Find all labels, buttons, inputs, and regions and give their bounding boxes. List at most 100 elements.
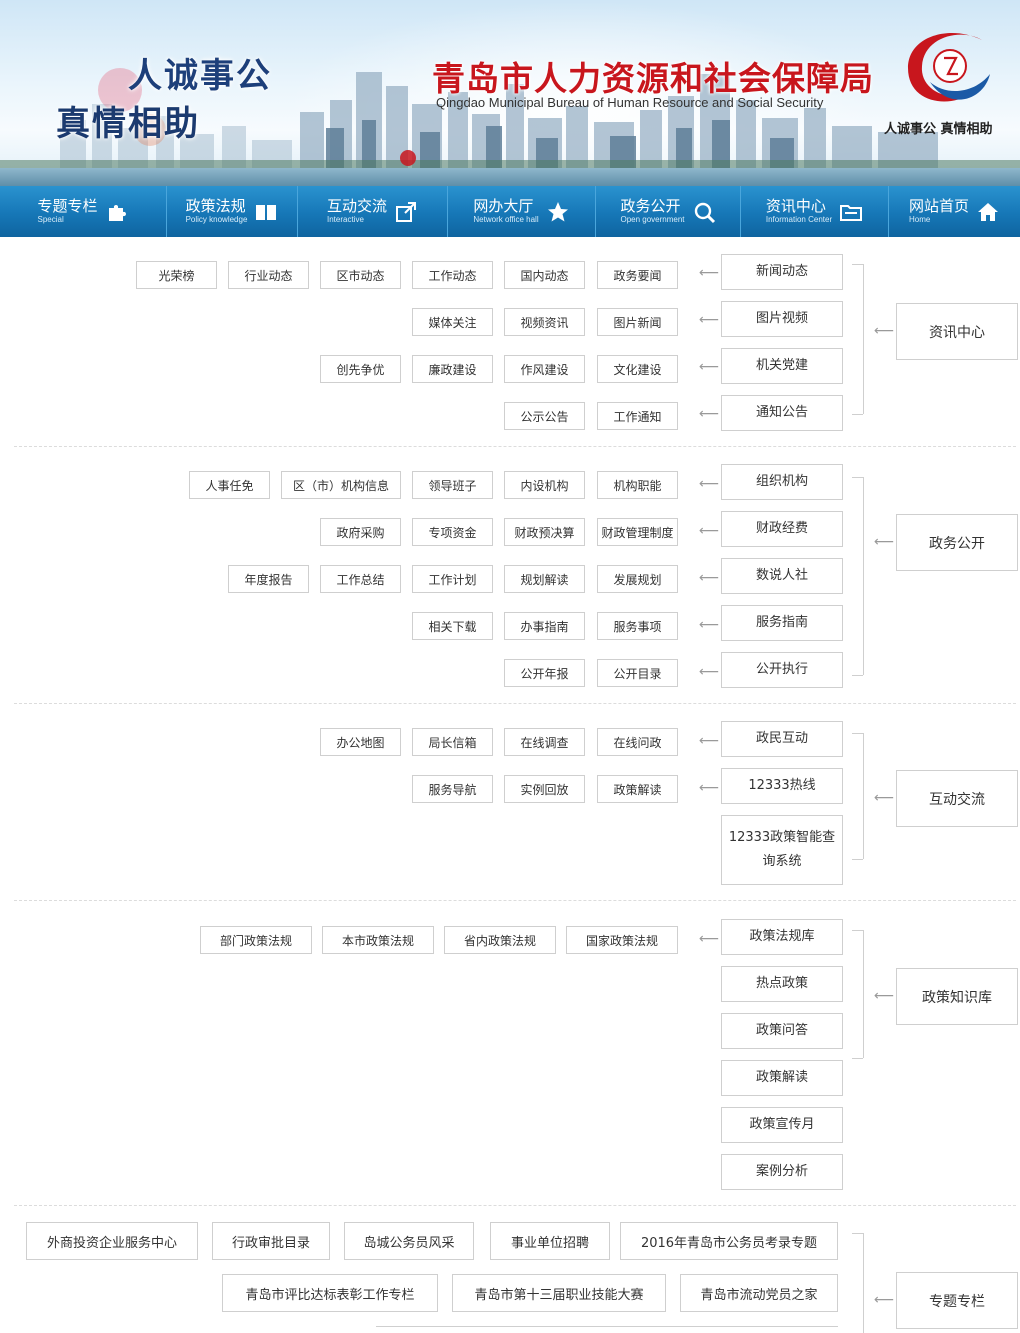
sub-policy-qa[interactable]: 政策问答: [721, 1013, 843, 1049]
link-item[interactable]: 光荣榜: [136, 261, 217, 289]
link-item[interactable]: 公开年报: [504, 659, 585, 687]
special-topic-link[interactable]: 行政审批目录: [212, 1222, 330, 1260]
category-open-government[interactable]: 政务公开: [896, 514, 1018, 571]
nav-item-information-center[interactable]: 资讯中心 Information Center: [741, 186, 889, 237]
special-topic-link[interactable]: 岛城公务员风采: [344, 1222, 474, 1260]
link-item[interactable]: 领导班子: [412, 471, 493, 499]
sub-news[interactable]: 新闻动态: [721, 254, 843, 290]
special-topic-link[interactable]: 2016年青岛市公务员考录专题: [620, 1222, 838, 1260]
nav-sublabel: Policy knowledge: [185, 215, 248, 224]
sub-12333-hotline[interactable]: 12333热线: [721, 768, 843, 804]
link-item[interactable]: 工作通知: [597, 402, 678, 430]
link-item[interactable]: 媒体关注: [412, 308, 493, 336]
link-item[interactable]: 专项资金: [412, 518, 493, 546]
link-item[interactable]: 政策解读: [597, 775, 678, 803]
slogan-line-2: 真情相助: [56, 104, 200, 144]
link-item[interactable]: 国内动态: [504, 261, 585, 289]
nav-item-network-office-hall[interactable]: 网办大厅 Network office hall: [448, 186, 596, 237]
link-item[interactable]: 局长信箱: [412, 728, 493, 756]
link-item[interactable]: 视频资讯: [504, 308, 585, 336]
link-item[interactable]: 服务导航: [412, 775, 493, 803]
special-topic-link[interactable]: 青岛市第十三届职业技能大赛: [452, 1274, 666, 1312]
nav-item-open-government[interactable]: 政务公开 Open government: [596, 186, 741, 237]
nav-item-special[interactable]: 专题专栏 Special: [0, 186, 167, 237]
sub-12333-policy-query[interactable]: 12333政策智能查询系统: [721, 815, 843, 885]
link-item[interactable]: 公示公告: [504, 402, 585, 430]
nav-label: 政策法规: [185, 197, 246, 215]
nav-item-policy-knowledge[interactable]: 政策法规 Policy knowledge: [167, 186, 298, 237]
link-item[interactable]: 本市政策法规: [322, 926, 434, 954]
sub-party-building[interactable]: 机关党建: [721, 348, 843, 384]
link-item[interactable]: 机构职能: [597, 471, 678, 499]
link-item[interactable]: 内设机构: [504, 471, 585, 499]
link-item[interactable]: 办公地图: [320, 728, 401, 756]
link-item[interactable]: 作风建设: [504, 355, 585, 383]
sub-statistics[interactable]: 数说人社: [721, 558, 843, 594]
nav-item-interactive[interactable]: 互动交流 Interactive: [298, 186, 448, 237]
link-item[interactable]: 公开目录: [597, 659, 678, 687]
link-item[interactable]: 发展规划: [597, 565, 678, 593]
special-topic-link[interactable]: 青岛市流动党员之家: [680, 1274, 838, 1312]
link-item[interactable]: 省内政策法规: [444, 926, 556, 954]
sub-policy-interpretation[interactable]: 政策解读: [721, 1060, 843, 1096]
link-item[interactable]: 财政管理制度: [597, 518, 678, 546]
sub-photos-videos[interactable]: 图片视频: [721, 301, 843, 337]
link-item[interactable]: 国家政策法规: [566, 926, 678, 954]
link-item[interactable]: 部门政策法规: [200, 926, 312, 954]
nav-label: 网站首页: [908, 197, 969, 215]
arrow-left-icon: ⟵: [874, 534, 895, 550]
link-item[interactable]: 相关下载: [412, 612, 493, 640]
link-item[interactable]: 廉政建设: [412, 355, 493, 383]
sub-disclosure[interactable]: 公开执行: [721, 652, 843, 688]
nav-label: 资讯中心: [765, 197, 826, 215]
link-item[interactable]: 实例回放: [504, 775, 585, 803]
category-interactive[interactable]: 互动交流: [896, 770, 1018, 827]
sub-citizen-interaction[interactable]: 政民互动: [721, 721, 843, 757]
link-item[interactable]: 在线调查: [504, 728, 585, 756]
link-item[interactable]: 规划解读: [504, 565, 585, 593]
sub-notices[interactable]: 通知公告: [721, 395, 843, 431]
link-item[interactable]: 财政预决算: [504, 518, 585, 546]
special-topic-link[interactable]: 青岛市评比达标表彰工作专栏: [222, 1274, 438, 1312]
sub-case-analysis[interactable]: 案例分析: [721, 1154, 843, 1190]
link-item[interactable]: 图片新闻: [597, 308, 678, 336]
sub-service-guide[interactable]: 服务指南: [721, 605, 843, 641]
section-divider: [14, 703, 1016, 704]
sub-finance[interactable]: 财政经费: [721, 511, 843, 547]
link-item[interactable]: 区市动态: [320, 261, 401, 289]
link-item[interactable]: 政府采购: [320, 518, 401, 546]
link-item[interactable]: 行业动态: [228, 261, 309, 289]
section-divider: [14, 900, 1016, 901]
sub-policy-laws[interactable]: 政策法规库: [721, 919, 843, 955]
nav-label: 互动交流: [326, 197, 387, 215]
nav-item-home[interactable]: 网站首页 Home: [889, 186, 1020, 237]
sub-policy-promotion-month[interactable]: 政策宣传月: [721, 1107, 843, 1143]
sub-hot-policies[interactable]: 热点政策: [721, 966, 843, 1002]
link-item[interactable]: 办事指南: [504, 612, 585, 640]
link-item[interactable]: 工作总结: [320, 565, 401, 593]
link-item[interactable]: 文化建设: [597, 355, 678, 383]
special-topic-link[interactable]: 事业单位招聘: [490, 1222, 610, 1260]
link-item[interactable]: 创先争优: [320, 355, 401, 383]
connector-line: [863, 1233, 864, 1333]
connector-line: [863, 264, 864, 414]
nav-sublabel: Special: [37, 215, 64, 224]
arrow-left-icon: ⟵: [699, 931, 720, 947]
sub-organization[interactable]: 组织机构: [721, 464, 843, 500]
bureau-logo-icon[interactable]: [900, 22, 996, 114]
link-item[interactable]: 人事任免: [189, 471, 270, 499]
link-item[interactable]: 服务事项: [597, 612, 678, 640]
link-item[interactable]: 政务要闻: [597, 261, 678, 289]
logo-caption: 人诚事公 真情相助: [884, 122, 993, 137]
special-topic-link[interactable]: 外商投资企业服务中心: [26, 1222, 198, 1260]
category-policy-library[interactable]: 政策知识库: [896, 968, 1018, 1025]
home-icon: [978, 202, 998, 221]
link-item[interactable]: 区（市）机构信息: [281, 471, 401, 499]
category-information-center[interactable]: 资讯中心: [896, 303, 1018, 360]
category-special-topics[interactable]: 专题专栏: [896, 1272, 1018, 1329]
link-item[interactable]: 工作计划: [412, 565, 493, 593]
link-item[interactable]: 年度报告: [228, 565, 309, 593]
link-item[interactable]: 在线问政: [597, 728, 678, 756]
link-item[interactable]: 工作动态: [412, 261, 493, 289]
arrow-left-icon: ⟵: [699, 523, 720, 539]
